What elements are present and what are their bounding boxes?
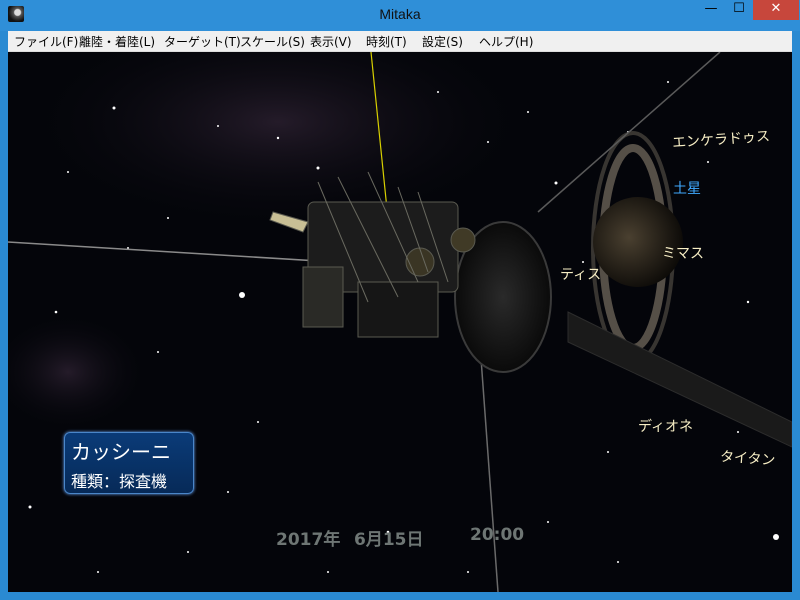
- menu-file[interactable]: ファイル(F): [14, 33, 78, 50]
- target-name: カッシーニ: [71, 440, 171, 464]
- menu-bar: ファイル(F) 離陸・着陸(L) ターゲット(T) スケール(S) 表示(V) …: [8, 31, 792, 52]
- menu-target[interactable]: ターゲット(T): [164, 33, 241, 50]
- label-saturn[interactable]: 土星: [673, 178, 701, 198]
- title-bar[interactable]: Mitaka — ☐ ✕: [0, 0, 800, 31]
- close-button[interactable]: ✕: [753, 0, 799, 20]
- date-year: 2017年: [276, 530, 341, 550]
- menu-view[interactable]: 表示(V): [310, 33, 352, 50]
- label-titan[interactable]: タイタン: [719, 446, 776, 470]
- menu-help[interactable]: ヘルプ(H): [479, 33, 533, 50]
- nebula-glow: [8, 312, 148, 432]
- nebula-glow: [18, 52, 538, 232]
- target-type: 種類：探査機: [71, 472, 168, 491]
- label-tethys[interactable]: ティス: [560, 264, 601, 284]
- window-title: Mitaka: [379, 6, 421, 22]
- date-month-day: 6月15日: [354, 530, 424, 550]
- space-view-canvas[interactable]: エンケラドゥス 土星 ミマス ティス ディオネ タイタン カッシーニ 種類：探査…: [8, 52, 792, 592]
- app-window: Mitaka — ☐ ✕ ファイル(F) 離陸・着陸(L) ターゲット(T) ス…: [0, 0, 800, 600]
- time-display: 20:00: [470, 525, 525, 545]
- maximize-button[interactable]: ☐: [725, 0, 753, 20]
- menu-takeoff-landing[interactable]: 離陸・着陸(L): [79, 33, 155, 50]
- minimize-button[interactable]: —: [697, 0, 725, 20]
- menu-settings[interactable]: 設定(S): [422, 33, 463, 50]
- label-mimas[interactable]: ミマス: [662, 243, 704, 263]
- label-dione[interactable]: ディオネ: [638, 416, 693, 436]
- menu-scale[interactable]: スケール(S): [240, 33, 305, 50]
- menu-time[interactable]: 時刻(T): [366, 33, 407, 50]
- target-info-panel: カッシーニ 種類：探査機: [64, 432, 194, 494]
